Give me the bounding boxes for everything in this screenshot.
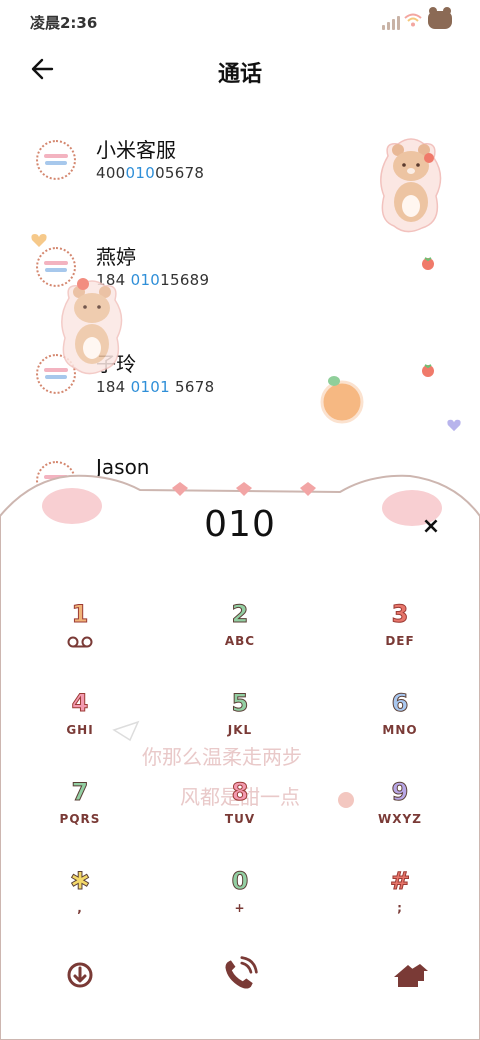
dialpad-key-9[interactable]: 9 WXYZ <box>340 778 460 848</box>
bear-sticker-icon <box>380 138 442 233</box>
contact-name: 小米客服 <box>96 138 176 162</box>
signal-icon <box>382 14 402 30</box>
dialpad-key-5[interactable]: 5 JKL <box>180 689 300 759</box>
heart-icon <box>31 234 47 247</box>
wifi-icon <box>404 13 422 27</box>
dialpad-key-star[interactable]: ✱ , <box>20 867 140 937</box>
dialpad-key-6[interactable]: 6 MNO <box>340 689 460 759</box>
voicemail-icon <box>67 636 93 648</box>
heart-icon <box>447 419 461 432</box>
battery-bear-icon <box>428 7 452 29</box>
clear-icon[interactable]: × <box>419 515 443 539</box>
dialed-number: 010 <box>204 504 276 545</box>
dialpad-key-1[interactable]: 1 <box>20 600 140 670</box>
call-icon[interactable] <box>220 954 260 994</box>
contact-name: 燕婷 <box>96 245 136 269</box>
dialpad-key-2[interactable]: 2 ABC <box>180 600 300 670</box>
collapse-dialpad-icon[interactable] <box>60 955 100 995</box>
status-time: 凌晨2:36 <box>30 14 98 32</box>
dialpad-key-4[interactable]: 4 GHI <box>20 689 140 759</box>
dialpad-key-8[interactable]: 8 TUV <box>180 778 300 848</box>
dialpad-key-0[interactable]: 0 + <box>180 867 300 937</box>
dialpad-key-7[interactable]: 7 PQRS <box>20 778 140 848</box>
status-bar: 凌晨2:36 <box>0 0 480 42</box>
contact-number: 40001005678 <box>96 164 205 182</box>
dialpad-key-hash[interactable]: # ; <box>340 867 460 937</box>
contact-number: 184 0101 5678 <box>96 378 215 396</box>
strawberry-icon <box>422 364 434 377</box>
avatar <box>36 140 76 180</box>
bear-sticker-icon <box>61 278 123 375</box>
orange-fruit-icon <box>320 376 364 424</box>
strawberry-icon <box>422 257 434 270</box>
dialpad-key-3[interactable]: 3 DEF <box>340 600 460 670</box>
house-icon[interactable] <box>390 955 430 995</box>
page-title: 通话 <box>217 62 262 87</box>
